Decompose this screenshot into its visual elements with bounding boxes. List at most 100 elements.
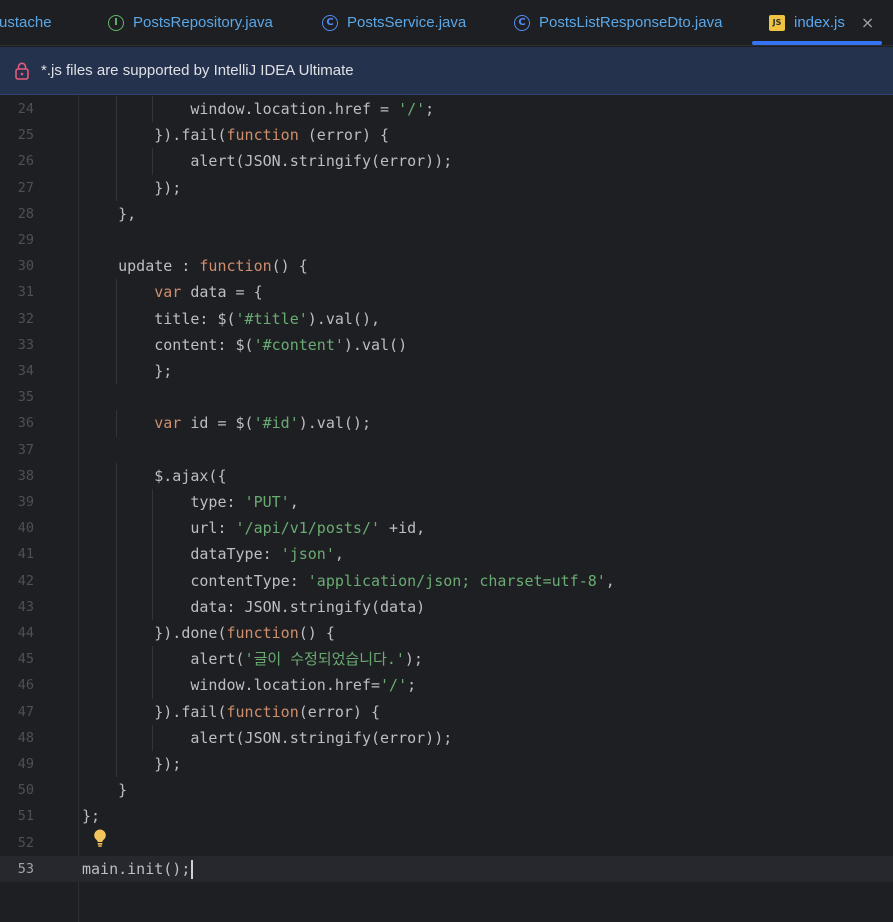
tab-posts-list-response-dto[interactable]: C PostsListResponseDto.java — [514, 0, 722, 45]
code-text: alert(JSON.stringify(error)); — [82, 728, 453, 747]
code-text: dataType: 'json', — [82, 545, 344, 564]
line-number: 24 — [17, 101, 34, 117]
code-line[interactable]: 26 alert(JSON.stringify(error)); — [0, 148, 893, 175]
code-line[interactable]: 53 main.init(); — [0, 855, 893, 882]
banner-message: *.js files are supported by IntelliJ IDE… — [41, 62, 354, 79]
code-text: } — [82, 781, 128, 800]
code-text: $.ajax({ — [82, 466, 227, 485]
code-line[interactable]: 29 — [0, 227, 893, 253]
code-line[interactable]: 45 alert('글이 수정되었습니다.'); — [0, 646, 893, 673]
line-number: 30 — [17, 258, 34, 275]
line-number: 27 — [17, 179, 34, 196]
lock-icon — [15, 62, 29, 80]
code-text: title: $('#title').val(), — [82, 309, 381, 328]
text-caret — [191, 859, 194, 879]
tab-posts-repository[interactable]: I PostsRepository.java — [108, 0, 273, 45]
code-text: main.init(); — [82, 856, 194, 882]
code-line[interactable]: 51}; — [0, 803, 893, 829]
line-number: 47 — [17, 703, 34, 720]
class-icon: C — [514, 14, 530, 31]
code-line[interactable]: 41 dataType: 'json', — [0, 541, 893, 568]
code-line[interactable]: 27 }); — [0, 174, 893, 201]
line-number: 41 — [17, 546, 34, 563]
code-line[interactable]: 37 — [0, 437, 893, 463]
code-line[interactable]: 43 data: JSON.stringify(data) — [0, 593, 893, 620]
code-text: }); — [82, 755, 182, 773]
code-line[interactable]: 24 window.location.href = '/'; — [0, 96, 893, 123]
code-text: alert(JSON.stringify(error)); — [82, 152, 453, 171]
line-number: 42 — [17, 572, 34, 589]
code-line[interactable]: 31 var data = { — [0, 279, 893, 306]
code-line[interactable]: 35 — [0, 384, 893, 410]
code-text: }).fail(function (error) { — [82, 126, 390, 145]
line-number: 52 — [17, 834, 34, 851]
line-number: 32 — [17, 310, 34, 327]
code-line[interactable]: 36 var id = $('#id').val(); — [0, 410, 893, 437]
line-number: 35 — [17, 389, 34, 406]
line-number: 45 — [17, 651, 34, 668]
code-line[interactable]: 34 }; — [0, 358, 893, 385]
code-text: }).fail(function(error) { — [82, 702, 381, 721]
code-line[interactable]: 40 url: '/api/v1/posts/' +id, — [0, 515, 893, 542]
code-line[interactable]: 44 }).done(function() { — [0, 620, 893, 647]
code-text: type: 'PUT', — [82, 493, 299, 511]
code-text: window.location.href = '/'; — [82, 100, 435, 118]
line-number: 38 — [17, 467, 34, 484]
tab-label: PostsListResponseDto.java — [539, 14, 723, 31]
code-line[interactable]: 47 }).fail(function(error) { — [0, 698, 893, 725]
line-number: 37 — [17, 441, 34, 458]
class-icon: C — [322, 14, 338, 31]
tab-label: ustache — [0, 14, 52, 31]
line-number: 36 — [17, 415, 34, 432]
code-text: }; — [82, 807, 101, 826]
code-text: }); — [82, 178, 182, 197]
line-number: 50 — [17, 782, 34, 799]
code-line[interactable]: 49 }); — [0, 751, 893, 778]
line-number: 34 — [17, 363, 34, 379]
code-text: }).done(function() { — [82, 624, 335, 642]
line-number: 26 — [17, 153, 34, 170]
line-number: 43 — [17, 598, 34, 615]
code-line[interactable]: 39 type: 'PUT', — [0, 489, 893, 516]
code-line[interactable]: 42 contentType: 'application/json; chars… — [0, 567, 893, 594]
code-text: contentType: 'application/json; charset=… — [82, 571, 615, 590]
code-line[interactable]: 50 } — [0, 777, 893, 803]
line-number: 33 — [17, 336, 34, 353]
code-line[interactable]: 33 content: $('#content').val() — [0, 331, 893, 358]
code-text: content: $('#content').val() — [82, 335, 408, 354]
code-text: data: JSON.stringify(data) — [82, 597, 426, 616]
code-line[interactable]: 48 alert(JSON.stringify(error)); — [0, 724, 893, 751]
code-line[interactable]: 46 window.location.href='/'; — [0, 672, 893, 699]
line-number: 40 — [17, 520, 34, 537]
line-number: 31 — [17, 284, 34, 301]
tab-index-js[interactable]: JS index.js × — [769, 0, 874, 45]
active-tab-indicator — [752, 41, 882, 45]
line-number: 49 — [17, 756, 34, 772]
code-text: url: '/api/v1/posts/' +id, — [82, 519, 426, 538]
code-text: }, — [82, 204, 137, 223]
tab-label: PostsService.java — [347, 14, 467, 31]
tab-mustache[interactable]: ustache — [0, 0, 52, 45]
line-number: 28 — [17, 205, 34, 222]
code-line[interactable]: 38 $.ajax({ — [0, 462, 893, 489]
code-text: window.location.href='/'; — [82, 676, 417, 695]
line-number: 44 — [17, 625, 34, 641]
tab-posts-service[interactable]: C PostsService.java — [322, 0, 466, 45]
code-text: update : function() { — [82, 257, 308, 276]
unsupported-file-banner: *.js files are supported by IntelliJ IDE… — [0, 47, 893, 95]
code-line[interactable]: 30 update : function() { — [0, 253, 893, 279]
line-number: 46 — [17, 677, 34, 694]
code-line[interactable]: 52 — [0, 830, 893, 856]
code-line[interactable]: 32 title: $('#title').val(), — [0, 305, 893, 332]
code-text: alert('글이 수정되었습니다.'); — [82, 650, 423, 669]
code-line[interactable]: 28 }, — [0, 201, 893, 227]
interface-icon: I — [108, 14, 124, 31]
code-line[interactable]: 25 }).fail(function (error) { — [0, 122, 893, 149]
line-number: 25 — [17, 127, 34, 144]
close-icon[interactable]: × — [861, 13, 874, 32]
code-editor[interactable]: 24 window.location.href = '/'; 25 }).fail… — [0, 95, 893, 922]
line-number: 48 — [17, 729, 34, 746]
code-text: var data = { — [154, 283, 263, 302]
editor-tab-bar: ustache I PostsRepository.java C PostsSe… — [0, 0, 893, 46]
code-text: var id = $('#id').val(); — [154, 414, 371, 433]
